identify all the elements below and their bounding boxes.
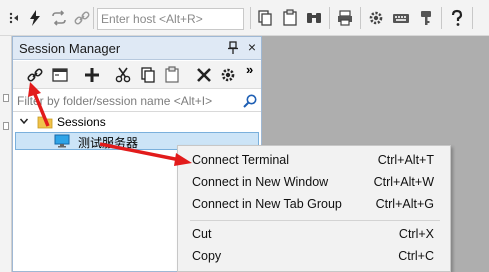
menu-item-shortcut: Ctrl+Alt+W bbox=[373, 175, 434, 189]
context-menu: Connect Terminal Ctrl+Alt+T Connect in N… bbox=[177, 145, 451, 272]
menu-separator bbox=[190, 220, 440, 221]
grip-icon bbox=[9, 12, 18, 24]
main-toolbar bbox=[0, 0, 489, 36]
chevron-down-icon[interactable] bbox=[19, 116, 29, 126]
menu-item-shortcut: Ctrl+Alt+T bbox=[377, 153, 434, 167]
link-icon[interactable] bbox=[26, 66, 44, 84]
toolbar-separator bbox=[329, 7, 330, 29]
menu-item-connect-new-window[interactable]: Connect in New Window Ctrl+Alt+W bbox=[178, 171, 450, 193]
menu-item-shortcut: Ctrl+C bbox=[398, 249, 434, 263]
menu-item-shortcut: Ctrl+X bbox=[398, 227, 434, 241]
dock-tab[interactable] bbox=[3, 94, 9, 102]
menu-item-cut[interactable]: Cut Ctrl+X bbox=[178, 223, 450, 245]
reconnect-icon[interactable] bbox=[50, 9, 68, 27]
lightning-icon[interactable] bbox=[26, 9, 44, 27]
link-icon[interactable] bbox=[73, 9, 91, 27]
menu-item-label: Connect Terminal bbox=[192, 153, 290, 167]
menu-item-label: Connect in New Tab Group bbox=[192, 197, 342, 211]
menu-item-label: Cut bbox=[192, 227, 212, 241]
copy-icon[interactable] bbox=[139, 66, 157, 84]
folder-icon bbox=[37, 116, 53, 129]
copy-icon[interactable] bbox=[256, 9, 274, 27]
settings-icon[interactable] bbox=[219, 66, 237, 84]
panel-title: Session Manager bbox=[19, 41, 121, 56]
left-dock-strip bbox=[0, 36, 12, 272]
toolbar-separator bbox=[472, 7, 473, 29]
panel-toolbar: » bbox=[13, 61, 261, 89]
close-icon[interactable]: × bbox=[245, 40, 259, 54]
filter-bar bbox=[13, 90, 261, 112]
find-icon[interactable] bbox=[305, 9, 323, 27]
menu-item-copy[interactable]: Copy Ctrl+C bbox=[178, 245, 450, 267]
overflow-icon[interactable]: » bbox=[246, 62, 253, 77]
toolbar-separator bbox=[441, 7, 442, 29]
menu-item-label: Copy bbox=[192, 249, 222, 263]
key-icon[interactable] bbox=[417, 9, 435, 27]
toolbar-separator bbox=[360, 7, 361, 29]
host-input[interactable] bbox=[98, 9, 243, 29]
settings-icon[interactable] bbox=[367, 9, 385, 27]
paste-icon[interactable] bbox=[163, 66, 181, 84]
window-icon[interactable] bbox=[51, 66, 69, 84]
toolbar-separator bbox=[93, 7, 94, 29]
monitor-icon bbox=[54, 134, 70, 148]
help-icon[interactable] bbox=[448, 9, 466, 27]
plus-icon[interactable] bbox=[83, 66, 101, 84]
paste-icon[interactable] bbox=[281, 9, 299, 27]
menu-item-shortcut: Ctrl+Alt+G bbox=[375, 197, 434, 211]
cut-icon[interactable] bbox=[114, 66, 132, 84]
tree-folder-label: Sessions bbox=[57, 115, 106, 129]
print-icon[interactable] bbox=[336, 9, 354, 27]
menu-item-connect-terminal[interactable]: Connect Terminal Ctrl+Alt+T bbox=[178, 149, 450, 171]
menu-item-label: Connect in New Window bbox=[192, 175, 329, 189]
search-icon[interactable] bbox=[242, 93, 258, 109]
toolbar-separator bbox=[250, 7, 251, 29]
pin-icon[interactable] bbox=[226, 41, 240, 55]
menu-item-connect-new-tab-group[interactable]: Connect in New Tab Group Ctrl+Alt+G bbox=[178, 193, 450, 215]
delete-icon[interactable] bbox=[195, 66, 213, 84]
keyboard-icon[interactable] bbox=[392, 9, 410, 27]
filter-input[interactable] bbox=[15, 92, 235, 110]
tree-folder-sessions[interactable]: Sessions bbox=[13, 113, 261, 131]
host-field[interactable] bbox=[97, 8, 244, 30]
panel-header: Session Manager × bbox=[13, 37, 261, 60]
dock-tab[interactable] bbox=[3, 122, 9, 130]
tree-session-label: 测试服务器 bbox=[78, 136, 139, 150]
